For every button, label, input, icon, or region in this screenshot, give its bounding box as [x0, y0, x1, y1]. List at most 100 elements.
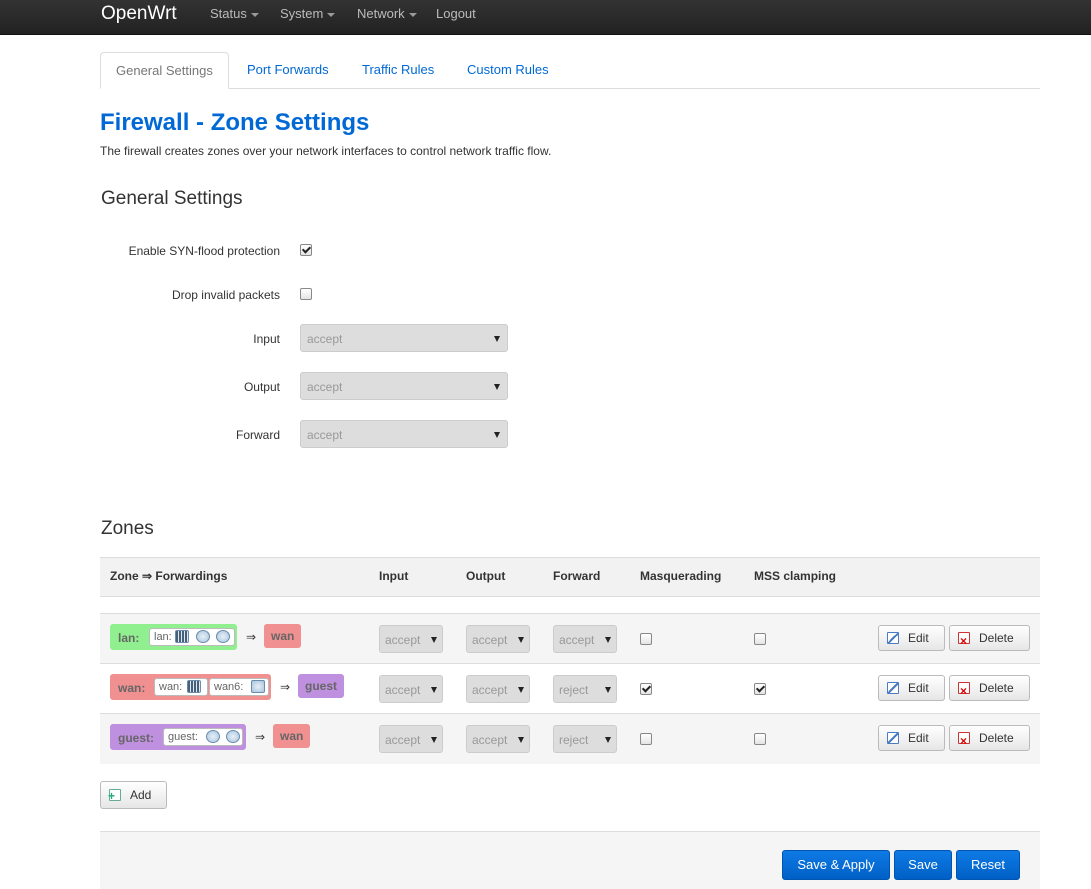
wan-delete-button[interactable]: Delete [949, 675, 1030, 703]
wan-forward-value: reject [559, 683, 589, 697]
wan-edit-button[interactable]: Edit [878, 675, 945, 701]
input-select[interactable]: accept [300, 324, 508, 352]
lan-masquerading-checkbox[interactable] [640, 633, 652, 645]
guest-input-value: accept [385, 733, 421, 747]
dropdown-arrow-icon [518, 687, 524, 693]
col-forward: Forward [553, 569, 601, 583]
zone-lan-name: lan: [118, 631, 140, 645]
wan-forward-select[interactable]: reject [553, 675, 617, 703]
output-select-value: accept [307, 380, 343, 394]
nav-status-label: Status [210, 6, 247, 21]
col-masquerading: Masquerading [640, 569, 722, 583]
zone-lan: lan: lan: [110, 624, 237, 650]
iface-lan-label: lan: [154, 631, 172, 643]
guest-masquerading-checkbox[interactable] [640, 733, 652, 745]
edit-icon [887, 632, 899, 644]
input-label: Input [253, 332, 280, 346]
guest-edit-button[interactable]: Edit [878, 725, 945, 751]
nav-system[interactable]: System [280, 6, 336, 22]
wan-mss-clamping-checkbox[interactable] [754, 683, 766, 695]
add-icon [108, 783, 121, 809]
wifi-icon [216, 630, 230, 643]
delete-icon [958, 679, 970, 703]
lan-forward-value: accept [559, 633, 595, 647]
forward-label: Forward [235, 428, 280, 442]
col-input: Input [379, 569, 409, 583]
forward-select[interactable]: accept [300, 420, 508, 448]
delete-icon [958, 629, 970, 653]
tunnel-icon [251, 680, 265, 693]
wifi-icon [206, 730, 220, 743]
tab-custom-rules[interactable]: Custom Rules [452, 52, 564, 87]
lan-mss-clamping-checkbox[interactable] [754, 633, 766, 645]
guest-mss-clamping-checkbox[interactable] [754, 733, 766, 745]
nav-system-label: System [280, 6, 324, 21]
brand-logo[interactable]: OpenWrt [101, 2, 177, 26]
iface-wan6: wan6: [209, 678, 269, 696]
save-apply-button[interactable]: Save & Apply [782, 850, 890, 880]
caret-down-icon [327, 12, 336, 17]
page-title: Firewall - Zone Settings [100, 109, 370, 136]
nav-network[interactable]: Network [357, 6, 417, 22]
forward-arrow: ⇒ [255, 730, 266, 744]
top-navbar: OpenWrt Status System Network Logout [0, 0, 1091, 35]
wan-input-select[interactable]: accept [379, 675, 443, 703]
syn-flood-checkbox[interactable] [300, 244, 312, 256]
page-description: The firewall creates zones over your net… [100, 144, 552, 158]
nav-logout[interactable]: Logout [436, 6, 476, 22]
edit-label: Edit [908, 731, 929, 745]
add-label: Add [130, 788, 152, 802]
lan-input-value: accept [385, 633, 421, 647]
wan-output-select[interactable]: accept [466, 675, 530, 703]
dropdown-arrow-icon [494, 384, 500, 390]
dropdown-arrow-icon [605, 687, 611, 693]
wan-output-value: accept [472, 683, 508, 697]
guest-forward-select[interactable]: reject [553, 725, 617, 753]
reset-button[interactable]: Reset [956, 850, 1020, 880]
caret-down-icon [408, 12, 417, 17]
lan-edit-button[interactable]: Edit [878, 625, 945, 651]
lan-delete-button[interactable]: Delete [949, 625, 1030, 653]
edit-label: Edit [908, 631, 929, 645]
save-button[interactable]: Save [894, 850, 952, 880]
form-actions: Save & Apply Save Reset [100, 831, 1040, 889]
drop-invalid-label: Drop invalid packets [171, 288, 280, 302]
edit-icon [887, 732, 899, 744]
tab-general-settings[interactable]: General Settings [100, 52, 229, 89]
dropdown-arrow-icon [518, 737, 524, 743]
output-select[interactable]: accept [300, 372, 508, 400]
delete-label: Delete [979, 631, 1014, 645]
wan-masquerading-checkbox[interactable] [640, 683, 652, 695]
nav-status[interactable]: Status [210, 6, 259, 22]
ethernet-icon [187, 680, 201, 693]
zones-table-header: Zone ⇒ Forwardings Input Output Forward … [100, 557, 1040, 597]
lan-output-value: accept [472, 633, 508, 647]
ethernet-icon [175, 630, 189, 643]
drop-invalid-checkbox[interactable] [300, 288, 312, 300]
guest-forward-value: reject [559, 733, 589, 747]
zone-guest: guest: guest: [110, 724, 246, 750]
lan-forward-select[interactable]: accept [553, 625, 617, 653]
guest-delete-button[interactable]: Delete [949, 725, 1030, 753]
guest-output-select[interactable]: accept [466, 725, 530, 753]
forward-select-value: accept [307, 428, 343, 442]
forward-arrow: ⇒ [246, 630, 257, 644]
lan-output-select[interactable]: accept [466, 625, 530, 653]
guest-input-select[interactable]: accept [379, 725, 443, 753]
tab-port-forwards[interactable]: Port Forwards [232, 52, 344, 87]
dropdown-arrow-icon [518, 637, 524, 643]
tab-traffic-rules[interactable]: Traffic Rules [347, 52, 449, 87]
iface-wan-label: wan: [159, 681, 183, 693]
col-mss-clamping: MSS clamping [754, 569, 837, 583]
zone-row-guest: guest: guest: ⇒ wan accept accept reject… [100, 713, 1040, 764]
tab-bar: General Settings Port Forwards Traffic R… [100, 52, 1040, 89]
dest-zone-wan: wan [273, 724, 311, 748]
general-settings-heading: General Settings [101, 188, 243, 209]
zone-wan-name: wan: [118, 681, 146, 695]
syn-flood-label: Enable SYN-flood protection [128, 244, 280, 258]
dropdown-arrow-icon [605, 737, 611, 743]
input-select-value: accept [307, 332, 343, 346]
lan-input-select[interactable]: accept [379, 625, 443, 653]
add-zone-button[interactable]: Add [100, 781, 167, 809]
edit-icon [887, 682, 899, 694]
